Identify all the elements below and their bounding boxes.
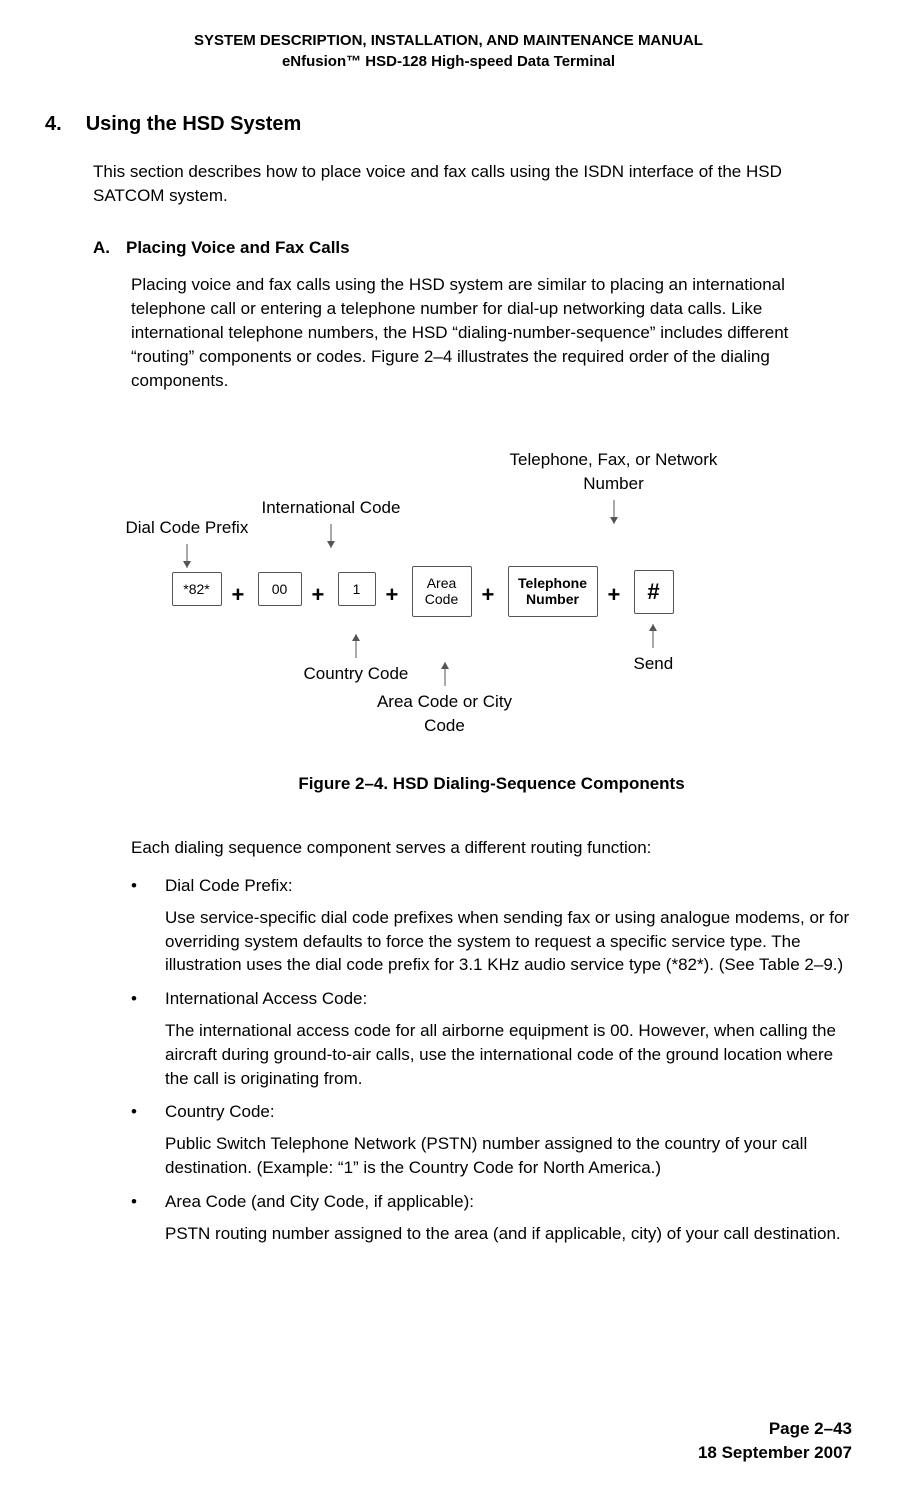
section-number: 4.: [45, 110, 62, 138]
footer-date: 18 September 2007: [698, 1441, 852, 1465]
bullet-list: Dial Code Prefix: Use service-specific d…: [131, 874, 852, 1245]
section-title: Using the HSD System: [86, 110, 302, 138]
label-international-code: International Code: [262, 496, 401, 520]
subsection-title: Placing Voice and Fax Calls: [126, 236, 350, 260]
bullets-intro: Each dialing sequence component serves a…: [131, 836, 852, 860]
bullet-body: Public Switch Telephone Network (PSTN) n…: [165, 1132, 852, 1180]
box-hash: #: [634, 570, 674, 613]
bullet-title: International Access Code:: [165, 987, 852, 1011]
list-item: Dial Code Prefix: Use service-specific d…: [131, 874, 852, 977]
subsection-body: Placing voice and fax calls using the HS…: [131, 273, 852, 392]
plus-5: +: [608, 580, 621, 611]
dialing-sequence-diagram: Dial Code Prefix International Code Tele…: [132, 432, 852, 752]
bullet-title: Country Code:: [165, 1100, 852, 1124]
doc-header-line1: SYSTEM DESCRIPTION, INSTALLATION, AND MA…: [45, 30, 852, 51]
list-item: Country Code: Public Switch Telephone Ne…: [131, 1100, 852, 1179]
label-telephone-fax-network: Telephone, Fax, or Network Number: [504, 448, 724, 496]
bullet-body: Use service-specific dial code prefixes …: [165, 906, 852, 977]
figure-caption: Figure 2–4. HSD Dialing-Sequence Compone…: [131, 772, 852, 796]
label-area-code-city: Area Code or City Code: [360, 690, 530, 738]
list-item: Area Code (and City Code, if applicable)…: [131, 1190, 852, 1246]
footer-page: Page 2–43: [698, 1417, 852, 1441]
doc-header-line2: eNfusion™ HSD-128 High-speed Data Termin…: [45, 51, 852, 72]
box-intl: 00: [258, 572, 302, 606]
section-heading: 4. Using the HSD System: [45, 110, 852, 138]
figure: Dial Code Prefix International Code Tele…: [131, 432, 852, 796]
box-telephone: Telephone Number: [508, 566, 598, 616]
section-intro: This section describes how to place voic…: [93, 160, 852, 208]
bullet-body: PSTN routing number assigned to the area…: [165, 1222, 852, 1246]
label-country-code: Country Code: [304, 662, 409, 686]
plus-4: +: [482, 580, 495, 611]
page-footer: Page 2–43 18 September 2007: [698, 1417, 852, 1465]
box-prefix: *82*: [172, 572, 222, 606]
label-send: Send: [634, 652, 674, 676]
bullet-title: Area Code (and City Code, if applicable)…: [165, 1190, 852, 1214]
doc-header: SYSTEM DESCRIPTION, INSTALLATION, AND MA…: [45, 30, 852, 72]
subsection-heading: A. Placing Voice and Fax Calls: [93, 236, 852, 260]
list-item: International Access Code: The internati…: [131, 987, 852, 1090]
plus-2: +: [312, 580, 325, 611]
box-area: Area Code: [412, 566, 472, 616]
bullet-body: The international access code for all ai…: [165, 1019, 852, 1090]
box-country: 1: [338, 572, 376, 606]
label-dial-code-prefix: Dial Code Prefix: [126, 516, 249, 540]
plus-1: +: [232, 580, 245, 611]
subsection-letter: A.: [93, 236, 110, 260]
plus-3: +: [386, 580, 399, 611]
bullet-title: Dial Code Prefix:: [165, 874, 852, 898]
